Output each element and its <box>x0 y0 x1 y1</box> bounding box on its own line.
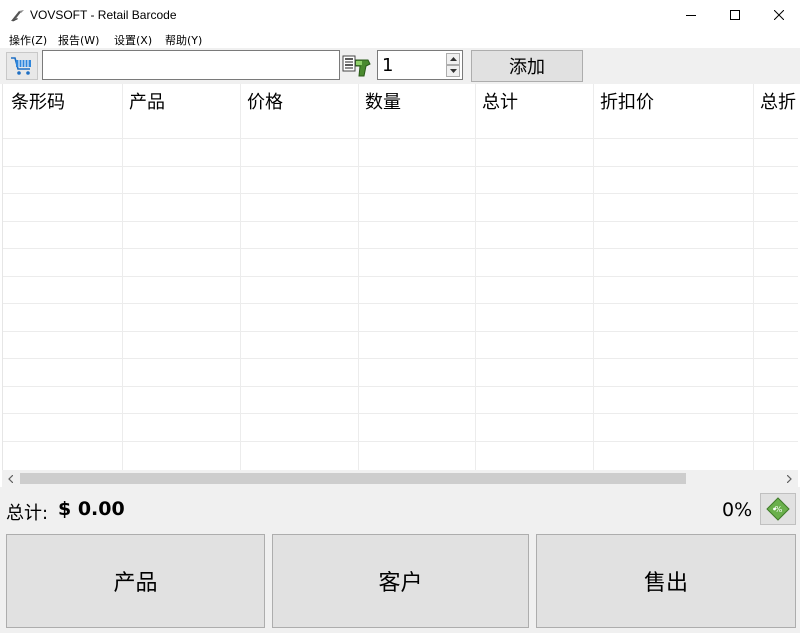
customers-button[interactable]: 客户 <box>272 534 529 628</box>
app-logo-icon <box>10 8 26 22</box>
minimize-button[interactable] <box>668 0 714 30</box>
column-price[interactable]: 价格 <box>239 84 283 116</box>
cart-icon <box>11 57 31 75</box>
menu-reports[interactable]: 报告(W) <box>58 32 99 48</box>
add-button[interactable]: 添加 <box>471 50 583 82</box>
quantity-up-button[interactable] <box>446 53 460 65</box>
cart-button[interactable] <box>6 52 38 80</box>
minimize-icon <box>686 15 696 16</box>
quantity-input[interactable] <box>378 51 444 79</box>
discount-tag-icon: % <box>766 497 790 521</box>
close-button[interactable] <box>756 0 800 30</box>
svg-text:%: % <box>775 505 783 514</box>
menu-settings[interactable]: 设置(X) <box>114 32 152 48</box>
barcode-scanner-icon <box>342 54 374 78</box>
menu-help[interactable]: 帮助(Y) <box>165 32 202 48</box>
column-quantity[interactable]: 数量 <box>357 84 401 116</box>
toolbar: 添加 <box>0 48 800 84</box>
discount-button[interactable]: % <box>760 493 796 525</box>
products-button[interactable]: 产品 <box>6 534 265 628</box>
maximize-button[interactable] <box>712 0 758 30</box>
column-discount-price[interactable]: 折扣价 <box>592 84 654 116</box>
arrow-up-icon <box>449 57 457 61</box>
column-total[interactable]: 总计 <box>474 84 518 116</box>
total-value: $ 0.00 <box>58 498 125 520</box>
column-product[interactable]: 产品 <box>121 84 165 116</box>
table-header: 条形码 产品 价格 数量 总计 折扣价 总折 <box>3 84 798 116</box>
title-bar: VOVSOFT - Retail Barcode <box>0 0 800 30</box>
discount-percent: 0% <box>722 499 753 521</box>
quantity-stepper[interactable] <box>377 50 463 80</box>
arrow-down-icon <box>449 69 457 73</box>
menu-operations[interactable]: 操作(Z) <box>9 32 47 48</box>
chevron-right-icon <box>787 474 792 483</box>
chevron-left-icon <box>8 474 13 483</box>
column-barcode[interactable]: 条形码 <box>3 84 65 116</box>
scroll-thumb[interactable] <box>20 473 686 484</box>
maximize-icon <box>730 10 740 20</box>
window-title: VOVSOFT - Retail Barcode <box>30 8 177 22</box>
menu-bar: 操作(Z) 报告(W) 设置(X) 帮助(Y) <box>0 30 800 48</box>
total-label: 总计: <box>6 503 49 524</box>
items-table[interactable]: 条形码 产品 价格 数量 总计 折扣价 总折 <box>2 84 798 470</box>
totals-bar: 总计: $ 0.00 0% % <box>0 487 800 533</box>
scroll-right-button[interactable] <box>781 470 798 487</box>
horizontal-scrollbar[interactable] <box>2 470 798 487</box>
sell-button[interactable]: 售出 <box>536 534 796 628</box>
quantity-down-button[interactable] <box>446 65 460 77</box>
barcode-input[interactable] <box>42 50 340 80</box>
column-total-discount[interactable]: 总折 <box>752 84 796 116</box>
scroll-left-button[interactable] <box>2 470 19 487</box>
close-icon <box>774 10 784 20</box>
action-panel: 产品 客户 售出 <box>0 533 800 633</box>
grid-lines <box>3 84 798 470</box>
